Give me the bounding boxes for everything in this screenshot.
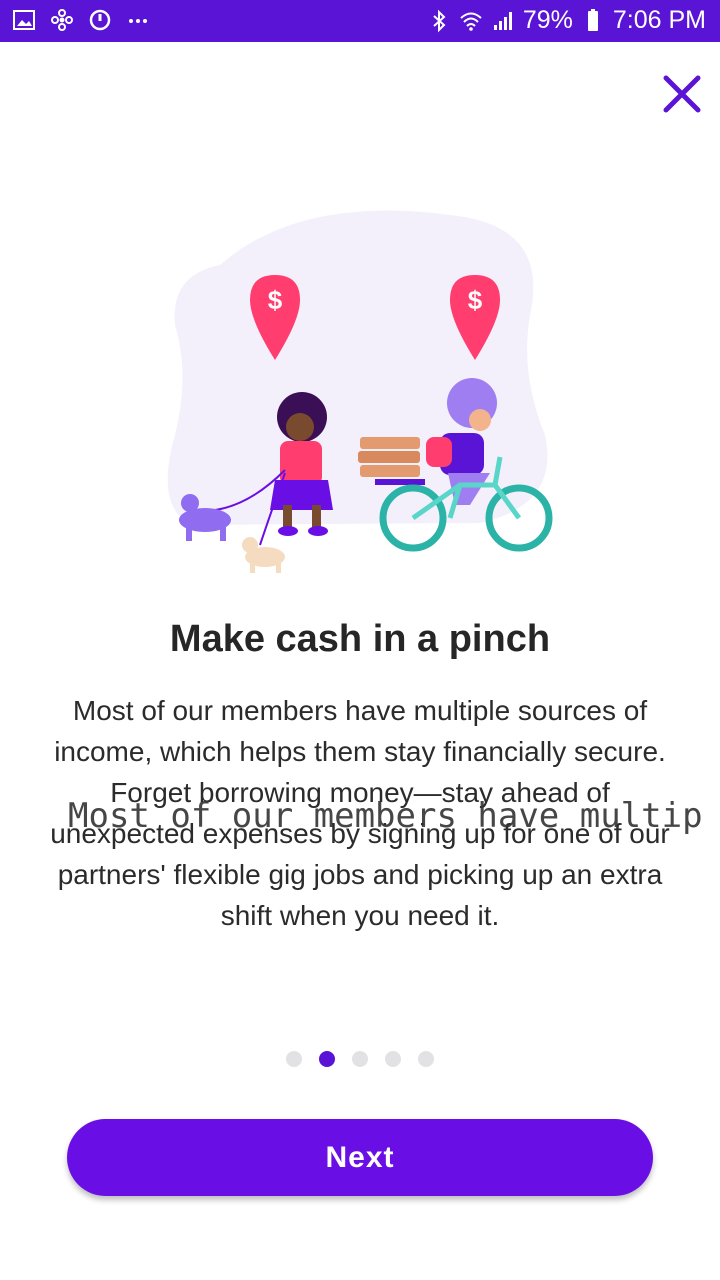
dog-icon — [242, 537, 285, 573]
overlay-text: Most of our members have multip — [68, 796, 703, 836]
status-left-icons — [12, 8, 150, 32]
battery-icon — [587, 8, 598, 31]
close-icon[interactable] — [660, 72, 704, 116]
svg-text:$: $ — [268, 285, 283, 315]
page-indicator — [0, 1051, 720, 1067]
wifi-icon — [460, 12, 482, 31]
status-right: 79% 7:06 PM — [427, 6, 706, 35]
gig-workers-illustration: $ $ — [167, 210, 553, 573]
battery-percent: 79% — [522, 6, 573, 34]
background-blob — [167, 210, 548, 526]
clock: 7:06 PM — [612, 6, 706, 34]
sync-icon — [89, 9, 111, 31]
bluetooth-icon — [433, 9, 446, 32]
gallery-icon — [13, 10, 35, 30]
page-dot[interactable] — [385, 1051, 401, 1067]
page-dot[interactable] — [319, 1051, 335, 1067]
signal-icon — [493, 11, 512, 30]
next-button[interactable]: Next — [67, 1119, 653, 1196]
page-dot[interactable] — [418, 1051, 434, 1067]
fan-icon — [51, 9, 73, 31]
svg-text:$: $ — [468, 285, 483, 315]
more-dots-icon — [129, 19, 147, 23]
status-bar: 79% 7:06 PM — [0, 0, 720, 42]
page-dot[interactable] — [286, 1051, 302, 1067]
page-dot[interactable] — [352, 1051, 368, 1067]
slide-title: Make cash in a pinch — [169, 618, 551, 660]
